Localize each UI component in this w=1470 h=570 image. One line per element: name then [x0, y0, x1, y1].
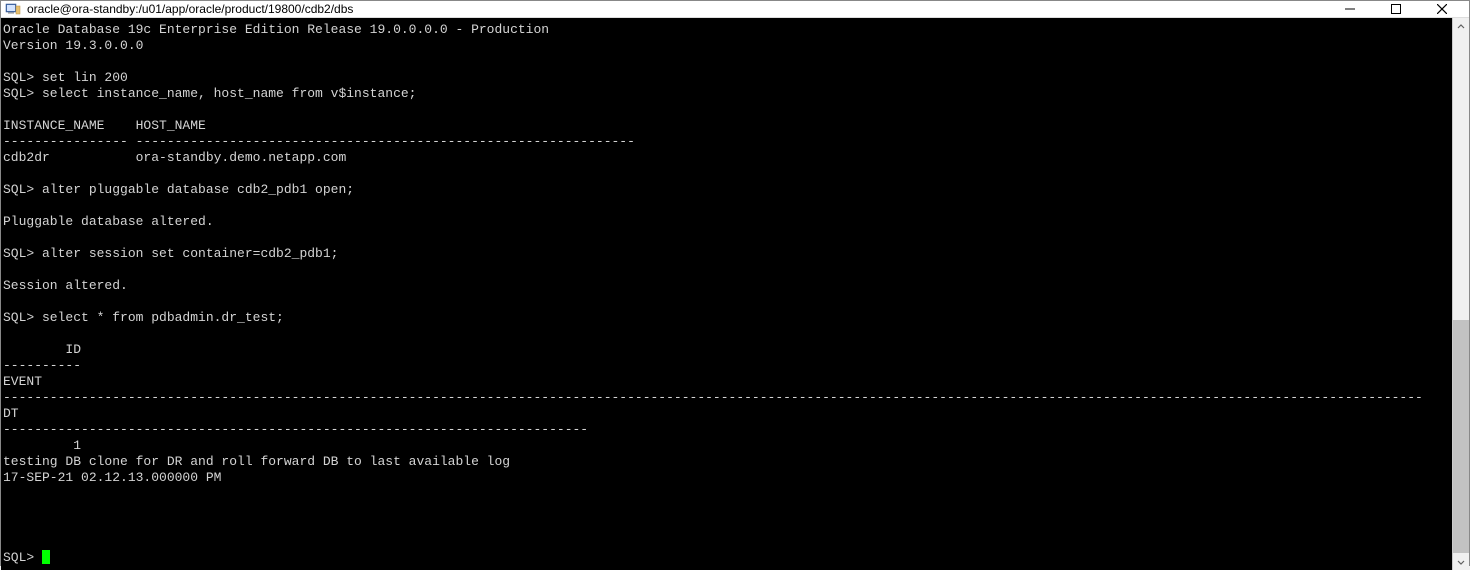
terminal-cursor — [42, 550, 50, 564]
chevron-down-icon — [1457, 558, 1465, 566]
terminal-output[interactable]: Oracle Database 19c Enterprise Edition R… — [1, 18, 1452, 570]
vertical-scrollbar[interactable] — [1452, 18, 1469, 570]
putty-icon — [5, 1, 21, 17]
close-icon — [1437, 4, 1447, 14]
title-bar: oracle@ora-standby:/u01/app/oracle/produ… — [1, 1, 1469, 18]
chevron-up-icon — [1457, 23, 1465, 31]
close-button[interactable] — [1419, 1, 1465, 17]
terminal-area: Oracle Database 19c Enterprise Edition R… — [1, 18, 1469, 570]
window-controls — [1327, 1, 1465, 17]
scroll-down-button[interactable] — [1453, 553, 1469, 570]
sql-prompt: SQL> — [3, 550, 42, 565]
prompt-line[interactable]: SQL> — [3, 550, 1450, 566]
app-window: oracle@ora-standby:/u01/app/oracle/produ… — [0, 0, 1470, 566]
maximize-button[interactable] — [1373, 1, 1419, 17]
minimize-icon — [1345, 4, 1355, 14]
window-title: oracle@ora-standby:/u01/app/oracle/produ… — [27, 2, 1327, 16]
scroll-up-button[interactable] — [1453, 18, 1469, 35]
maximize-icon — [1391, 4, 1401, 14]
scroll-thumb[interactable] — [1453, 320, 1469, 553]
minimize-button[interactable] — [1327, 1, 1373, 17]
scroll-track[interactable] — [1453, 35, 1469, 553]
